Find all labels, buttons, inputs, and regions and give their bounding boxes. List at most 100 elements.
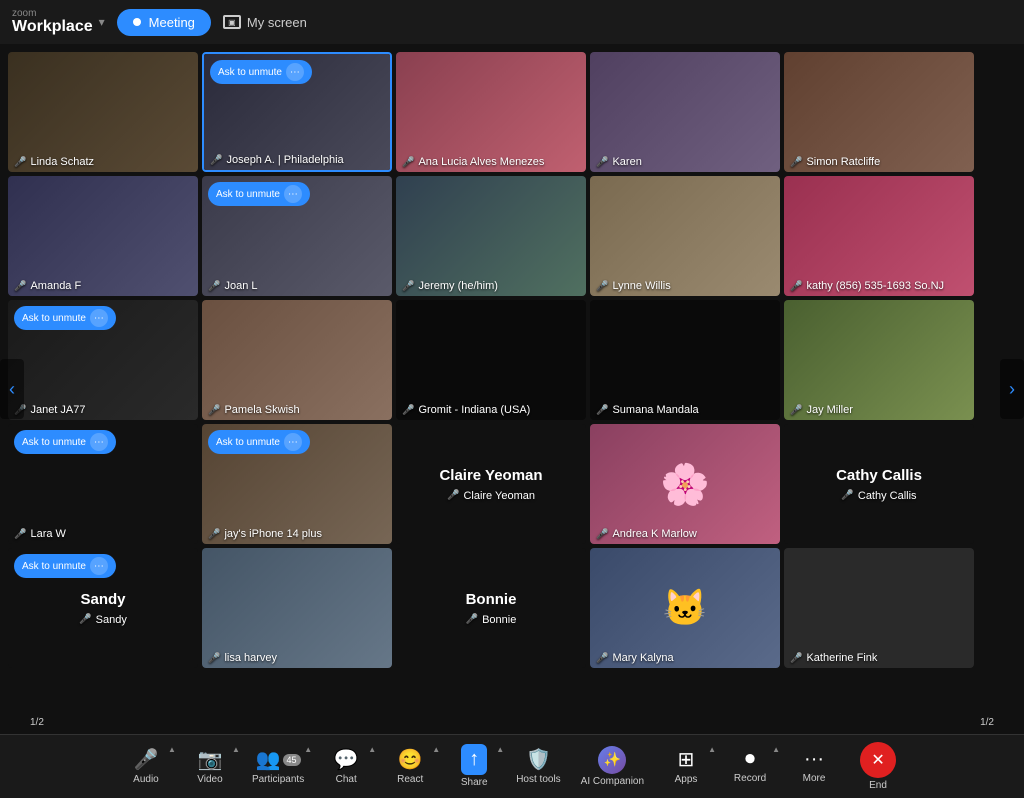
video-cell-sandy: Ask to unmute ⋯ Sandy 🎤 Sandy [8, 548, 198, 668]
participant-name-andrea: 🎤 Andrea K Marlow [596, 528, 697, 540]
apps-icon: ⊞ [678, 747, 695, 772]
participant-name-mary: 🎤 Mary Kalyna [596, 652, 674, 664]
mute-icon-andrea: 🎤 [596, 529, 608, 540]
more-options-joan[interactable]: ⋯ [284, 185, 302, 203]
apps-label: Apps [675, 774, 698, 785]
end-button[interactable]: ✕ End [846, 735, 910, 798]
video-cell-katherine: 🎤 Katherine Fink [784, 548, 974, 668]
participant-name-sumana: 🎤 Sumana Mandala [596, 404, 699, 416]
react-button[interactable]: 😊 ▲ React [378, 735, 442, 798]
chat-chevron[interactable]: ▲ [368, 745, 376, 754]
more-icon: ··· [804, 748, 824, 771]
ask-unmute-joan[interactable]: Ask to unmute ⋯ [208, 182, 310, 206]
audio-button[interactable]: 🎤 ▲ Audio [114, 735, 178, 798]
andrea-flower-icon: 🌸 [660, 461, 710, 508]
ask-unmute-jayiphone[interactable]: Ask to unmute ⋯ [208, 430, 310, 454]
video-cell-linda: 🎤 Linda Schatz [8, 52, 198, 172]
ask-unmute-lara[interactable]: Ask to unmute ⋯ [14, 430, 116, 454]
video-cell-mary: 🐱 🎤 Mary Kalyna [590, 548, 780, 668]
meeting-label: Meeting [149, 15, 195, 30]
more-options-sandy[interactable]: ⋯ [90, 557, 108, 575]
more-label: More [803, 773, 826, 784]
share-chevron[interactable]: ▲ [496, 745, 504, 754]
host-tools-button[interactable]: 🛡️ Host tools [506, 735, 570, 798]
chat-label: Chat [336, 774, 357, 785]
apps-button[interactable]: ⊞ ▲ Apps [654, 735, 718, 798]
mute-icon-gromit: 🎤 [402, 405, 414, 416]
participants-icon: 👥 45 [256, 747, 301, 772]
mute-icon-joan: 🎤 [208, 281, 220, 292]
next-page-arrow[interactable]: › [1000, 359, 1024, 419]
claire-display-name: Claire Yeoman [439, 467, 542, 484]
video-row-1: 🎤 Linda Schatz Ask to unmute ⋯ 🎤 Joseph … [8, 52, 1016, 172]
mute-icon-amanda: 🎤 [14, 281, 26, 292]
toolbar: 🎤 ▲ Audio 📷 ▲ Video 👥 45 ▲ Participants … [0, 734, 1024, 797]
video-cell-lara: Ask to unmute ⋯ 🎤 Lara W [8, 424, 198, 544]
video-chevron[interactable]: ▲ [232, 745, 240, 754]
participant-name-jeremy: 🎤 Jeremy (he/him) [402, 280, 498, 292]
mute-icon-kathy: 🎤 [790, 281, 802, 292]
participant-name-joan: 🎤 Joan L [208, 280, 257, 292]
video-button[interactable]: 📷 ▲ Video [178, 735, 242, 798]
more-options-lara[interactable]: ⋯ [90, 433, 108, 451]
prev-page-arrow[interactable]: ‹ [0, 359, 24, 419]
mute-icon-jay: 🎤 [790, 405, 802, 416]
chat-icon: 💬 [334, 747, 359, 772]
record-button[interactable]: ⏺ ▲ Record [718, 735, 782, 798]
sandy-display-name: Sandy [80, 591, 125, 608]
record-label: Record [734, 773, 766, 784]
mute-icon-jayiphone: 🎤 [208, 529, 220, 540]
mary-photo-icon: 🐱 [663, 587, 708, 629]
ask-unmute-janet[interactable]: Ask to unmute ⋯ [14, 306, 116, 330]
video-cell-sumana: 🎤 Sumana Mandala [590, 300, 780, 420]
video-cell-claire: Claire Yeoman 🎤 Claire Yeoman [396, 424, 586, 544]
page-indicator-right: 1/2 [980, 717, 994, 728]
ask-unmute-sandy[interactable]: Ask to unmute ⋯ [14, 554, 116, 578]
more-button[interactable]: ··· More [782, 735, 846, 798]
participant-name-lynne: 🎤 Lynne Willis [596, 280, 671, 292]
share-label: Share [461, 777, 488, 788]
zoom-logo: zoom Workplace ▾ [12, 9, 105, 35]
meeting-pill[interactable]: Meeting [117, 9, 211, 36]
meeting-dot [133, 18, 141, 26]
more-options-janet[interactable]: ⋯ [90, 309, 108, 327]
video-cell-kathy: 🎤 kathy (856) 535-1693 So.NJ [784, 176, 974, 296]
participants-chevron[interactable]: ▲ [304, 745, 312, 754]
participants-count: 45 [283, 754, 301, 766]
record-chevron[interactable]: ▲ [772, 745, 780, 754]
video-cell-gromit: 🎤 Gromit - Indiana (USA) [396, 300, 586, 420]
chevron-down-icon[interactable]: ▾ [99, 15, 105, 29]
apps-chevron[interactable]: ▲ [708, 745, 716, 754]
react-chevron[interactable]: ▲ [432, 745, 440, 754]
mute-icon-sandy: 🎤 [79, 614, 91, 625]
participant-name-cathy: 🎤 Cathy Callis [841, 490, 916, 502]
more-options-joseph[interactable]: ⋯ [286, 63, 304, 81]
more-options-jayiphone[interactable]: ⋯ [284, 433, 302, 451]
audio-chevron[interactable]: ▲ [168, 745, 176, 754]
participant-name-bonnie: 🎤 Bonnie [466, 614, 517, 626]
mute-icon-pamela: 🎤 [208, 405, 220, 416]
end-label: End [869, 780, 887, 791]
participant-name-sandy: 🎤 Sandy [79, 614, 127, 626]
chat-button[interactable]: 💬 ▲ Chat [314, 735, 378, 798]
ai-companion-button[interactable]: ✨ AI Companion [571, 735, 654, 798]
video-cell-jay: 🎤 Jay Miller [784, 300, 974, 420]
mute-icon-katherine: 🎤 [790, 653, 802, 664]
share-button[interactable]: ↑ ▲ Share [442, 735, 506, 798]
mute-icon-lynne: 🎤 [596, 281, 608, 292]
participant-name-amanda: 🎤 Amanda F [14, 280, 81, 292]
camera-icon: 📷 [198, 747, 223, 772]
video-cell-lynne: 🎤 Lynne Willis [590, 176, 780, 296]
mute-icon-simon: 🎤 [790, 157, 802, 168]
participant-name-linda: 🎤 Linda Schatz [14, 156, 94, 168]
screen-icon: ▣ [223, 15, 241, 29]
video-cell-jeremy: 🎤 Jeremy (he/him) [396, 176, 586, 296]
screen-share-pill[interactable]: ▣ My screen [223, 15, 307, 30]
participants-button[interactable]: 👥 45 ▲ Participants [242, 735, 314, 798]
video-cell-amanda: 🎤 Amanda F [8, 176, 198, 296]
mute-icon-lara: 🎤 [14, 529, 26, 540]
participants-label: Participants [252, 774, 304, 785]
participant-name-jay: 🎤 Jay Miller [790, 404, 853, 416]
participant-name-karen: 🎤 Karen [596, 156, 642, 168]
ask-unmute-joseph[interactable]: Ask to unmute ⋯ [210, 60, 312, 84]
